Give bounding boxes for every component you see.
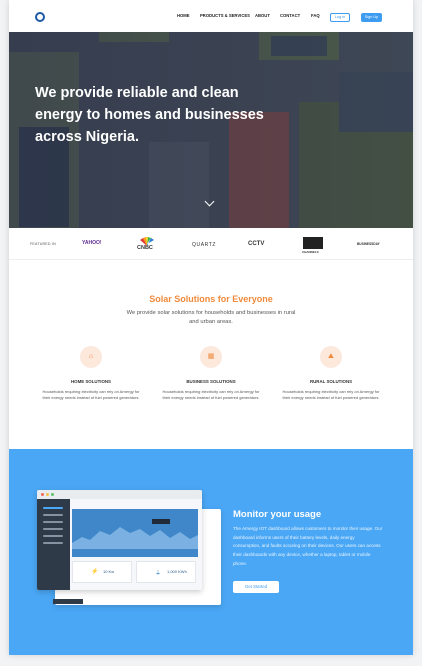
businessday-logo: BUSINESSDAY xyxy=(357,242,380,246)
sidebar-item xyxy=(43,521,63,523)
solutions-title: Solar Solutions for Everyone xyxy=(149,294,273,304)
quartz-logo: QUARTZ xyxy=(192,242,217,248)
solutions-subtitle: We provide solar solutions for household… xyxy=(126,310,296,325)
energy-value: 1,000 KWh xyxy=(167,569,187,574)
hero-banner: We provide reliable and clean energy to … xyxy=(9,32,413,228)
building-icon: ▦ xyxy=(200,346,222,368)
get-started-button[interactable]: Get Started xyxy=(233,581,279,593)
power-stat-card: ⚡ 10 Kw xyxy=(72,561,132,583)
site-header: HOME PRODUCTS & SERVICES ABOUT CONTACT F… xyxy=(9,0,413,32)
sidebar-item xyxy=(43,542,63,544)
featured-label: FEATURED IN xyxy=(30,242,56,246)
card-title: RURAL SOLUTIONS xyxy=(309,379,353,384)
card-text: Households requiring electricity can rel… xyxy=(42,389,140,401)
dashboard-sidebar xyxy=(37,499,70,590)
nav-home[interactable]: HOME xyxy=(177,13,190,18)
power-value: 10 Kw xyxy=(103,569,115,574)
minimize-dot-icon xyxy=(46,493,49,496)
featured-in-strip: FEATURED IN YAHOO! CNBC QUARTZ CCTV CHAN… xyxy=(9,228,413,260)
nav-about[interactable]: ABOUT xyxy=(255,13,270,18)
energy-stat-card: ⏚ 1,000 KWh xyxy=(136,561,196,583)
cnbc-peacock-icon xyxy=(140,237,154,246)
channels-logo-mark xyxy=(303,237,323,249)
dashboard-phone-edge xyxy=(53,599,83,604)
cctv-logo: CCTV xyxy=(248,241,265,247)
close-dot-icon xyxy=(41,493,44,496)
nav-contact[interactable]: CONTACT xyxy=(280,13,300,18)
channels-logo: CHANNELS xyxy=(302,250,319,254)
dashboard-screenshot: ⚡ 10 Kw ⏚ 1,000 KWh xyxy=(37,490,202,590)
usage-chart-graphic xyxy=(72,519,198,549)
bolt-icon: ⚡ xyxy=(91,569,99,575)
rural-solutions-card: ⛰ RURAL SOLUTIONS Households requiring e… xyxy=(281,346,381,402)
monitor-title: Monitor your usage xyxy=(233,509,322,520)
signup-button[interactable]: Sign Up xyxy=(361,13,382,22)
usage-chart xyxy=(72,509,198,557)
sun-icon xyxy=(35,12,45,22)
home-solutions-card: ⌂ HOME SOLUTIONS Households requiring el… xyxy=(41,346,141,402)
card-title: HOME SOLUTIONS xyxy=(70,379,111,384)
nav-products-services[interactable]: PRODUCTS & SERVICES xyxy=(200,13,250,18)
business-solutions-card: ▦ BUSINESS SOLUTIONS Households requirin… xyxy=(161,346,261,402)
sidebar-item xyxy=(43,507,63,509)
monitor-section: ⚡ 10 Kw ⏚ 1,000 KWh Monitor your usage T… xyxy=(9,449,413,655)
card-text: Households requiring electricity can rel… xyxy=(162,389,260,401)
landscape-icon: ⛰ xyxy=(320,346,342,368)
house-icon: ⌂ xyxy=(80,346,102,368)
card-title: BUSINESS SOLUTIONS xyxy=(186,379,236,384)
hero-title: We provide reliable and clean energy to … xyxy=(35,85,264,145)
monitor-description: The Arnergy IOT dashboard allows custome… xyxy=(233,526,383,566)
page: HOME PRODUCTS & SERVICES ABOUT CONTACT F… xyxy=(9,0,413,655)
maximize-dot-icon xyxy=(51,493,54,496)
sidebar-item xyxy=(43,514,63,516)
yahoo-logo: YAHOO! xyxy=(82,240,102,246)
sidebar-item xyxy=(43,535,63,537)
window-titlebar xyxy=(37,490,202,499)
plug-icon: ⏚ xyxy=(155,571,162,577)
card-text: Households requiring electricity can rel… xyxy=(282,389,380,401)
brand-logo[interactable] xyxy=(33,10,59,24)
nav-faq[interactable]: FAQ xyxy=(311,13,320,18)
sidebar-item xyxy=(43,528,63,530)
login-button[interactable]: Log In xyxy=(330,13,350,22)
